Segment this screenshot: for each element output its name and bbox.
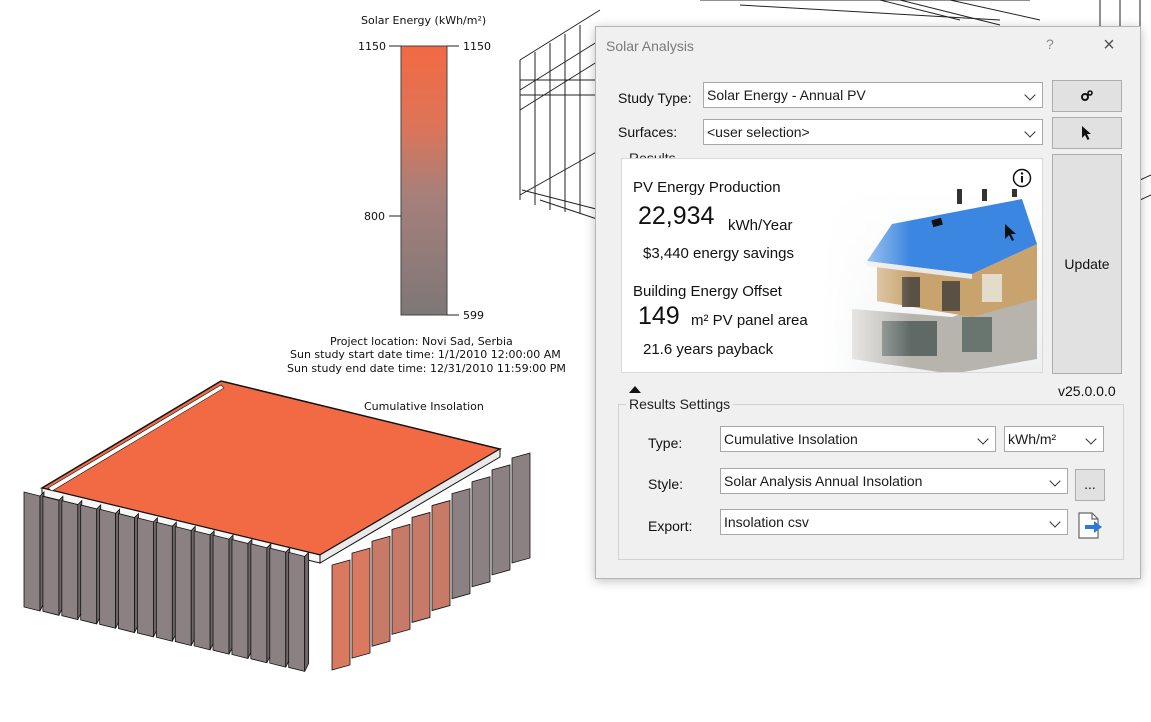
facade-fin [231, 538, 249, 659]
export-label: Export: [648, 518, 693, 534]
unit-select[interactable]: kWh/m² [1004, 426, 1104, 452]
facade-fin [23, 491, 41, 612]
surfaces-label: Surfaces: [618, 124, 678, 140]
facade-fin [351, 547, 371, 659]
facade-fin [212, 534, 230, 655]
type-value: Cumulative Insolation [724, 431, 858, 447]
pv-energy-unit: kWh/Year [728, 217, 793, 234]
legend-title: Solar Energy (kWh/m²) [361, 14, 487, 27]
view-label: Cumulative Insolation [364, 400, 484, 413]
type-select[interactable]: Cumulative Insolation [720, 426, 996, 452]
project-location: Project location: Novi Sad, Serbia [330, 335, 513, 348]
style-label: Style: [648, 476, 684, 492]
facade-fin [288, 551, 306, 672]
version-label: v25.0.0.0 [1058, 383, 1116, 399]
sun-study-end: Sun study end date time: 12/31/2010 11:5… [287, 362, 566, 375]
chevron-down-icon [1085, 433, 1097, 445]
chevron-down-icon [1049, 516, 1061, 528]
type-label: Type: [648, 435, 683, 451]
facade-fin [491, 464, 511, 576]
energy-savings: $3,440 energy savings [643, 245, 794, 262]
facade-fin [431, 500, 451, 612]
building-offset-heading: Building Energy Offset [633, 283, 782, 300]
legend-tick-max-left: 1150 [358, 40, 386, 53]
chevron-down-icon [1024, 126, 1036, 138]
facade-fin-side [304, 551, 310, 672]
info-icon[interactable] [1012, 168, 1032, 188]
solar-analysis-dialog: Solar Analysis ? × Study Type: Solar Ene… [595, 26, 1141, 579]
triangle-up-icon[interactable] [629, 385, 641, 393]
close-button[interactable]: × [1098, 34, 1120, 56]
facade-fin [80, 504, 98, 625]
facade-fin [451, 488, 471, 600]
style-select[interactable]: Solar Analysis Annual Insolation [720, 468, 1068, 494]
pv-energy-value: 22,934 [638, 202, 715, 230]
unit-value: kWh/m² [1008, 431, 1057, 447]
export-file-icon[interactable] [1076, 511, 1104, 541]
surfaces-value: <user selection> [707, 124, 810, 140]
cursor-arrow-icon [1082, 126, 1091, 140]
facade-fin [42, 495, 60, 616]
legend-tick-min-right: 599 [463, 309, 484, 322]
panel-area-unit: m² PV panel area [691, 312, 808, 329]
payback: 21.6 years payback [643, 341, 774, 358]
study-settings-button[interactable] [1052, 80, 1122, 112]
facade-fin [118, 513, 135, 634]
facade-fin [331, 559, 351, 671]
facade-fin [371, 535, 391, 647]
facade-fin [391, 523, 411, 635]
surfaces-select[interactable]: <user selection> [703, 119, 1043, 145]
facade-fin [155, 521, 173, 642]
study-type-value: Solar Energy - Annual PV [707, 87, 866, 103]
results-settings-title: Results Settings [626, 396, 734, 412]
legend-tick-mid: 800 [364, 210, 385, 223]
gear-icon [1081, 90, 1093, 101]
facade-fin [511, 452, 531, 564]
legend-tick-max-right: 1150 [463, 40, 491, 53]
facade-fin [411, 511, 431, 623]
study-type-select[interactable]: Solar Energy - Annual PV [703, 82, 1043, 108]
house-illustration [822, 189, 1042, 372]
facade-fin [471, 476, 491, 588]
facade-fin [137, 517, 154, 638]
sun-study-start: Sun study start date time: 1/1/2010 12:0… [290, 348, 561, 361]
chevron-down-icon [1024, 89, 1036, 101]
style-more-button[interactable]: ... [1075, 469, 1105, 501]
facade-fin [269, 547, 287, 668]
style-value: Solar Analysis Annual Insolation [724, 473, 923, 489]
export-value: Insolation csv [724, 514, 809, 530]
pick-surfaces-button[interactable] [1052, 117, 1122, 149]
chevron-down-icon [1049, 475, 1061, 487]
study-type-label: Study Type: [618, 90, 692, 106]
panel-area-value: 149 [638, 302, 680, 330]
results-panel: PV Energy Production 22,934 kWh/Year $3,… [621, 158, 1043, 373]
pv-energy-heading: PV Energy Production [633, 179, 781, 196]
facade-fin [99, 508, 117, 629]
update-button[interactable]: Update [1052, 154, 1122, 374]
legend-color-bar [400, 45, 448, 316]
facade-fin [174, 526, 192, 647]
facade-fin [250, 543, 268, 664]
chevron-down-icon [977, 433, 989, 445]
facade-fin [61, 500, 79, 621]
dialog-title: Solar Analysis [606, 38, 694, 54]
export-select[interactable]: Insolation csv [720, 509, 1068, 535]
facade-fin [193, 530, 211, 651]
help-button[interactable]: ? [1046, 36, 1054, 52]
